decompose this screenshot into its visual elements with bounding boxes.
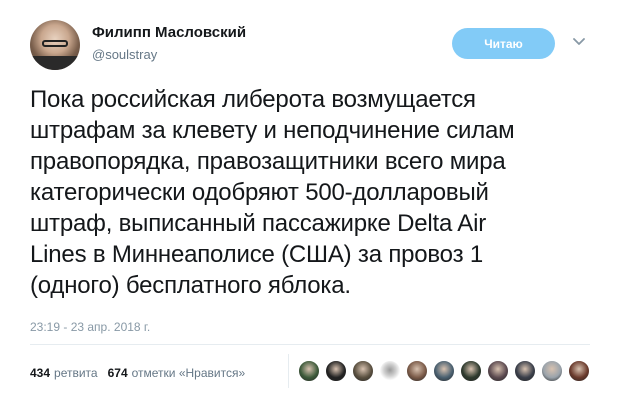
liker-avatar[interactable]	[379, 360, 401, 382]
likers-avatars	[298, 360, 595, 384]
avatar[interactable]	[30, 20, 80, 70]
shirt-shape	[30, 56, 80, 70]
divider	[30, 344, 590, 345]
liker-avatar[interactable]	[568, 360, 590, 382]
tweet-card: Филипп Масловский @soulstray Читаю Пока …	[0, 0, 625, 406]
liker-avatar[interactable]	[514, 360, 536, 382]
glasses-shape	[42, 40, 68, 47]
liker-avatar[interactable]	[487, 360, 509, 382]
tweet-timestamp[interactable]: 23:19 - 23 апр. 2018 г.	[30, 320, 150, 334]
liker-avatar[interactable]	[460, 360, 482, 382]
tweet-stats: 434 ретвита 674 отметки «Нравится»	[30, 366, 255, 380]
user-handle[interactable]: @soulstray	[92, 47, 157, 62]
stats-divider	[288, 354, 289, 388]
liker-avatar[interactable]	[325, 360, 347, 382]
likes-label[interactable]: отметки «Нравится»	[132, 366, 246, 380]
tweet-text: Пока российская либерота возмущается штр…	[30, 86, 515, 299]
liker-avatar[interactable]	[433, 360, 455, 382]
retweets-label[interactable]: ретвита	[54, 366, 98, 380]
liker-avatar[interactable]	[541, 360, 563, 382]
retweets-count[interactable]: 434	[30, 366, 50, 380]
liker-avatar[interactable]	[406, 360, 428, 382]
likes-count[interactable]: 674	[108, 366, 128, 380]
liker-avatar[interactable]	[352, 360, 374, 382]
chevron-down-icon[interactable]	[573, 37, 585, 47]
liker-avatar[interactable]	[298, 360, 320, 382]
user-name[interactable]: Филипп Масловский	[92, 24, 246, 41]
follow-button[interactable]: Читаю	[452, 28, 555, 59]
